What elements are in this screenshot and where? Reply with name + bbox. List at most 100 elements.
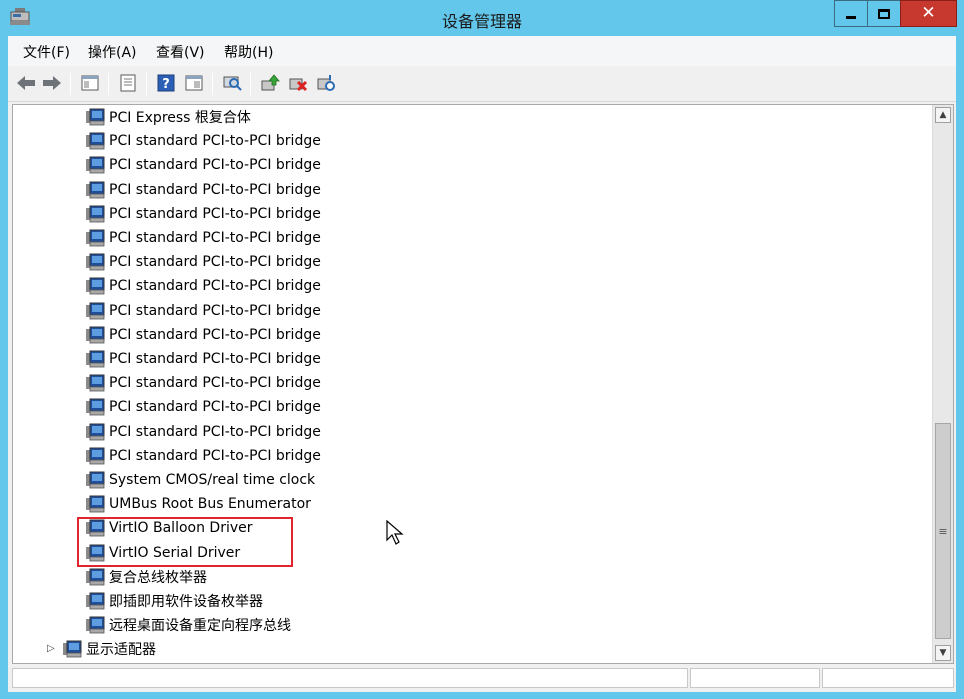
svg-text:?: ? [162,77,170,92]
tree-item-device[interactable]: PCI standard PCI-to-PCI bridge [85,371,321,395]
view-icon [185,75,203,91]
minimize-button[interactable] [834,0,868,27]
system-device-icon [86,156,105,174]
system-device-icon [86,495,105,513]
tree-item-device[interactable]: 远程桌面设备重定向程序总线 [85,613,291,637]
uninstall-button[interactable] [286,71,310,95]
display-adapter-icon [63,640,82,658]
tree-item-device[interactable]: PCI standard PCI-to-PCI bridge [85,153,321,177]
tree-item-device[interactable]: VirtIO Serial Driver [85,541,240,565]
forward-button[interactable] [40,71,64,95]
vertical-scrollbar[interactable]: ▲ ≡ ▼ [932,105,953,663]
menu-help[interactable]: 帮助(H) [224,42,273,62]
tree-item-label: PCI standard PCI-to-PCI bridge [109,157,321,174]
view-button[interactable] [182,71,206,95]
show-hide-tree-button[interactable] [78,71,102,95]
close-button[interactable]: ✕ [900,0,957,27]
close-icon: ✕ [921,3,936,23]
tree-item-label: 复合总线枚举器 [109,569,207,586]
toolbar-separator [146,73,147,95]
update-driver-icon [261,74,280,91]
tree-item-device[interactable]: PCI standard PCI-to-PCI bridge [85,202,321,226]
toolbar-separator [250,73,251,95]
device-manager-window: 设备管理器 ✕ 文件(F) 操作(A) 查看(V) 帮助(H) ? ▲ ≡ ▼ … [0,0,964,699]
status-pane-2 [690,668,820,688]
grip-icon: ≡ [938,524,948,538]
tree-item-device[interactable]: VirtIO Balloon Driver [85,516,253,540]
properties-icon [120,74,136,92]
menu-view[interactable]: 查看(V) [156,42,205,62]
tree-category-display-adapters[interactable]: 显示适配器 [62,637,156,661]
help-icon: ? [157,74,175,92]
tree-item-label: VirtIO Balloon Driver [109,520,253,537]
toolbar-separator [212,73,213,95]
tree-item-label: PCI standard PCI-to-PCI bridge [109,326,321,343]
window-title: 设备管理器 [441,12,522,31]
system-device-icon [86,277,105,295]
tree-item-label: PCI standard PCI-to-PCI bridge [109,254,321,271]
tree-item-label: PCI standard PCI-to-PCI bridge [109,302,321,319]
tree-item-label: PCI standard PCI-to-PCI bridge [109,205,321,222]
system-device-icon [86,108,105,126]
properties-button[interactable] [116,71,140,95]
chevron-up-icon: ▲ [939,110,947,120]
tree-item-device[interactable]: PCI standard PCI-to-PCI bridge [85,444,321,468]
tree-item-label: 即插即用软件设备枚举器 [109,594,263,610]
mouse-cursor-icon [386,520,404,545]
tree-item-device[interactable]: PCI standard PCI-to-PCI bridge [85,129,321,153]
back-arrow-icon [17,76,35,90]
tree-item-device[interactable]: PCI standard PCI-to-PCI bridge [85,299,321,323]
menu-bar: 文件(F) 操作(A) 查看(V) 帮助(H) [8,36,956,66]
system-device-icon [86,205,105,223]
tree-item-label: PCI standard PCI-to-PCI bridge [109,133,321,150]
toolbar-separator [108,73,109,95]
menu-file[interactable]: 文件(F) [23,42,70,62]
system-device-icon [86,326,105,344]
menu-action[interactable]: 操作(A) [88,42,137,62]
disable-button[interactable] [314,71,338,95]
tree-item-device[interactable]: PCI standard PCI-to-PCI bridge [85,395,321,419]
system-device-icon [86,374,105,392]
system-device-icon [86,302,105,319]
scroll-up-button[interactable]: ▲ [935,107,951,123]
tree-item-device[interactable]: PCI standard PCI-to-PCI bridge [85,250,321,274]
scroll-thumb[interactable]: ≡ [935,423,951,639]
tree-item-label: PCI standard PCI-to-PCI bridge [109,351,321,367]
tree-category-label: 显示适配器 [86,642,156,659]
scroll-down-button[interactable]: ▼ [935,645,951,661]
update-driver-button[interactable] [258,71,282,95]
tree-item-label: PCI standard PCI-to-PCI bridge [109,423,321,440]
tree-item-device[interactable]: PCI standard PCI-to-PCI bridge [85,347,321,371]
uninstall-icon [289,78,308,92]
chevron-down-icon: ▼ [939,648,947,658]
minimize-icon [846,16,856,19]
status-pane-main [12,668,688,688]
tree-item-device[interactable]: PCI standard PCI-to-PCI bridge [85,274,321,298]
maximize-button[interactable] [867,0,901,27]
disable-icon [317,75,335,91]
tree-item-label: UMBus Root Bus Enumerator [109,496,311,513]
back-button[interactable] [14,71,38,95]
tree-item-device[interactable]: PCI standard PCI-to-PCI bridge [85,323,321,347]
tree-item-device[interactable]: 复合总线枚举器 [85,565,207,589]
tree-item-label: System CMOS/real time clock [109,472,316,488]
system-device-icon [86,616,105,634]
tree-item-device[interactable]: PCI standard PCI-to-PCI bridge [85,178,321,202]
title-bar[interactable]: 设备管理器 ✕ [0,0,964,36]
help-button[interactable]: ? [154,71,178,95]
expand-arrow-icon[interactable]: ▷ [47,643,57,654]
tree-item-device[interactable]: PCI Express 根复合体 [85,105,251,129]
system-device-icon [86,544,105,561]
tree-item-device[interactable]: UMBus Root Bus Enumerator [85,492,311,516]
tree-item-device[interactable]: PCI standard PCI-to-PCI bridge [85,420,321,444]
tree-item-device[interactable]: PCI standard PCI-to-PCI bridge [85,226,321,250]
toolbar: ? [8,66,956,102]
tree-item-device[interactable]: 即插即用软件设备枚举器 [85,589,263,613]
tree-item-label: PCI standard PCI-to-PCI bridge [109,375,321,392]
tree-item-label: PCI standard PCI-to-PCI bridge [109,447,321,464]
device-tree[interactable]: ▲ ≡ ▼ PCI Express 根复合体 PCI standard PCI-t… [12,104,954,664]
system-device-icon [86,253,105,271]
tree-item-device[interactable]: System CMOS/real time clock [85,468,315,492]
scan-hardware-button[interactable] [220,71,244,95]
tree-item-label: PCI standard PCI-to-PCI bridge [109,230,321,246]
